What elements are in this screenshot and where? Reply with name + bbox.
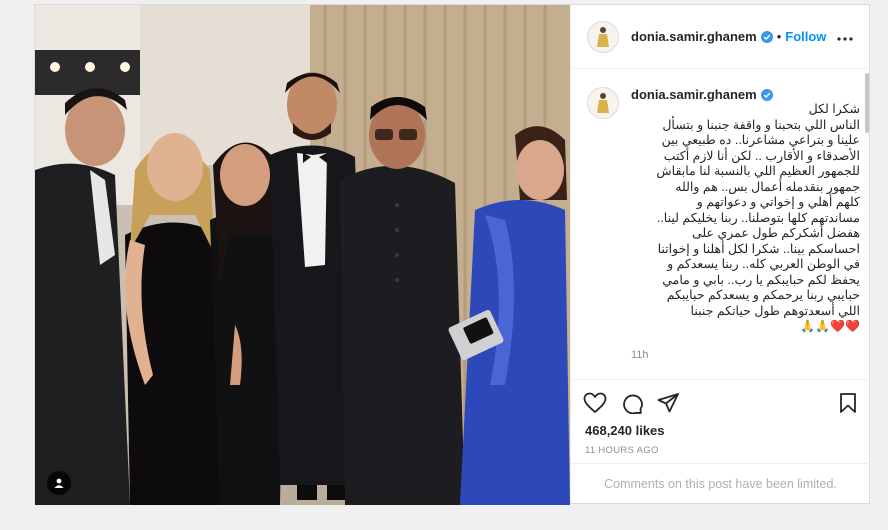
verified-badge-icon [760,30,773,43]
post-sidebar: donia.samir.ghanem • Follow donia.samir.… [570,5,871,503]
caption-line: اللي أسعدتوهم طول حياتكم جنبنا [690,303,860,318]
header-username[interactable]: donia.samir.ghanem [631,29,757,44]
caption-row: donia.samir.ghanem شكرا لكل الناس اللي ب… [571,69,870,361]
likes-count[interactable]: 468,240 likes [585,423,665,438]
posted-time[interactable]: 11 HOURS AGO [585,445,659,456]
post-photo[interactable] [35,5,570,505]
comments-limited-notice: Comments on this post have been limited. [571,463,870,504]
caption-line: حبايبي ربنا يرحمكم و يسعدكم حبايبكم [666,288,860,302]
user-tag-icon[interactable] [47,471,71,495]
caption-line: شكرا لكل [808,102,860,116]
caption-line: الناس اللي بتحبنا و واقفة جنبنا و بتسأل [662,117,860,132]
caption-line: في الوطن العربي كله.. ربنا يسعدكم و [667,257,860,271]
instagram-post: donia.samir.ghanem • Follow donia.samir.… [34,4,871,505]
caption-scrollbar[interactable] [865,73,869,133]
caption-emojis: ❤️❤️🙏🙏 [800,319,860,333]
post-header: donia.samir.ghanem • Follow [571,5,871,69]
follow-button[interactable]: Follow [785,29,826,44]
caption-line: كلهم أهلي و إخواتي و دعواتهم و [696,195,860,209]
caption-username[interactable]: donia.samir.ghanem [631,87,757,102]
caption-area[interactable]: donia.samir.ghanem شكرا لكل الناس اللي ب… [571,69,870,380]
bookmark-icon[interactable] [838,392,858,414]
caption-body: donia.samir.ghanem شكرا لكل الناس اللي ب… [631,87,860,361]
caption-line: جمهور بنقدمله أعمال بس.. هم والله [675,179,860,194]
action-bar [571,383,870,423]
separator-dot: • [776,29,782,44]
paper-plane-icon[interactable] [657,392,679,414]
caption-time: 11h [631,348,649,361]
group-photo-illustration [35,5,570,505]
caption-line: هفضل أشكركم طول عمري على [692,226,860,240]
caption-line: يحفظ لكم حبايبكم يا رب.. بابي و مامي [662,272,860,287]
caption-line: احساسكم بينا.. شكرا لكل أهلنا و إخواتنا [657,241,860,256]
person-icon [54,478,64,488]
avatar-figure-icon [597,93,609,113]
caption-text: شكرا لكل الناس اللي بتحبنا و واقفة جنبنا… [631,102,860,335]
heart-icon[interactable] [583,392,607,414]
caption-avatar[interactable] [587,87,619,119]
caption-line: للجمهور العظيم اللي بالنسبة لنا مابقاش [656,164,860,178]
more-options-icon[interactable] [833,25,857,48]
verified-badge-icon [760,88,773,101]
avatar[interactable] [587,20,619,53]
comment-icon[interactable] [621,392,643,414]
caption-line: علينا و بتراعي مشاعرنا.. ده طبيعي بين [661,133,860,147]
caption-user-row: donia.samir.ghanem [631,87,860,102]
avatar-figure-icon [597,26,609,47]
caption-line: مساندتهم كلها بتوصلنا.. ربنا يخليكم لينا… [656,210,860,225]
caption-line: الأصدقاء و الأقارب .. لكن أنا لازم أكتب [663,148,860,163]
